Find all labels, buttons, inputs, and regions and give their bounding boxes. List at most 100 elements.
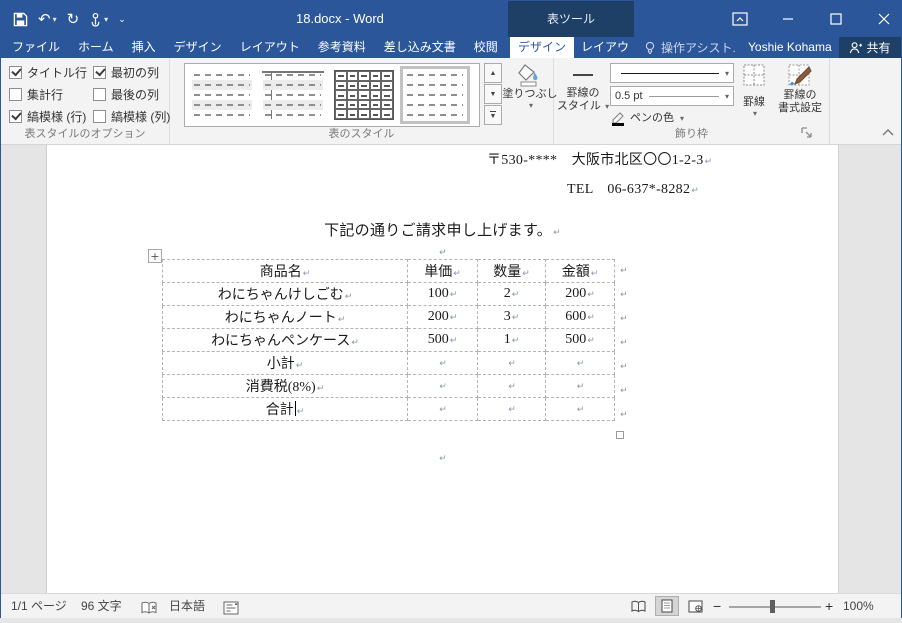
table-cell[interactable]: わにちゃんペンケース↵ xyxy=(162,328,408,352)
read-mode-icon[interactable] xyxy=(627,596,651,616)
empty-paragraph[interactable]: ↵ xyxy=(47,244,838,260)
zoom-level[interactable]: 100% xyxy=(843,594,874,618)
zoom-out-icon[interactable]: − xyxy=(713,594,721,618)
table-cell[interactable]: 消費税(8%)↵ xyxy=(162,374,408,398)
tab-0[interactable]: ファイル xyxy=(3,37,69,58)
tab-1[interactable]: ホーム xyxy=(69,37,123,58)
table-cell[interactable]: わにちゃんノート↵ xyxy=(162,305,408,329)
table-cell[interactable]: ↵ xyxy=(477,374,546,398)
table-cell[interactable]: 数量↵ xyxy=(477,259,546,283)
shading-dropdown-icon[interactable]: ▾ xyxy=(529,101,533,110)
border-styles-dropdown-icon[interactable]: ▾ xyxy=(603,102,609,111)
ime-mode-icon[interactable] xyxy=(223,599,239,623)
undo-button[interactable]: ↶ ▾ xyxy=(38,10,57,28)
checkbox-checked-icon[interactable] xyxy=(9,110,22,123)
table-cell[interactable]: 500↵ xyxy=(407,328,478,352)
table-style-thumbnail-2[interactable] xyxy=(260,68,326,122)
tab-5[interactable]: 参考資料 xyxy=(309,37,375,58)
checkbox-checked-icon[interactable] xyxy=(93,66,106,79)
zoom-in-icon[interactable]: + xyxy=(825,594,833,618)
style-option-checkbox[interactable]: タイトル行 xyxy=(9,65,87,80)
table-style-thumbnail-selected[interactable] xyxy=(400,66,470,124)
table-cell[interactable]: 100↵ xyxy=(407,282,478,306)
tab-table-layout[interactable]: レイアウト xyxy=(576,37,634,75)
style-option-checkbox[interactable]: 集計行 xyxy=(9,87,87,102)
style-option-checkbox[interactable]: 最後の列 xyxy=(93,87,170,102)
checkbox-unchecked-icon[interactable] xyxy=(93,110,106,123)
ribbon-display-options-icon[interactable] xyxy=(729,8,751,30)
borders-button[interactable]: 罫線 ▾ xyxy=(737,63,771,118)
style-option-checkbox[interactable]: 縞模様 (行) xyxy=(9,109,87,124)
style-option-checkbox[interactable]: 縞模様 (列) xyxy=(93,109,170,124)
customize-qat-icon[interactable]: ⌄ xyxy=(118,14,126,25)
gallery-scroll-down-icon[interactable]: ▼ xyxy=(484,84,502,104)
style-option-checkbox[interactable]: 最初の列 xyxy=(93,65,170,80)
table-cell[interactable]: ↵ xyxy=(407,351,478,375)
postal-address-line[interactable]: 〒530-**** 大阪市北区〇〇1-2-3↵ xyxy=(487,149,712,169)
shading-button[interactable]: 塗りつぶし ▾ xyxy=(502,62,558,110)
table-cell[interactable]: 600↵ xyxy=(545,305,615,329)
table-cell[interactable]: ↵ xyxy=(477,397,546,421)
table-cell[interactable]: ↵ xyxy=(407,374,478,398)
word-count[interactable]: 96 文字 xyxy=(81,594,122,618)
table-cell[interactable]: 商品名↵ xyxy=(162,259,408,283)
page-indicator[interactable]: 1/1 ページ xyxy=(11,594,67,618)
line-weight-combo[interactable]: 0.5 pt ▾ xyxy=(610,86,734,106)
border-painter-button[interactable]: 罫線の 書式設定 xyxy=(774,63,826,115)
table-cell[interactable]: 金額↵ xyxy=(545,259,615,283)
save-icon[interactable] xyxy=(13,12,28,27)
zoom-slider-track[interactable] xyxy=(729,606,821,608)
table-cell[interactable]: ↵ xyxy=(477,351,546,375)
table-cell[interactable]: ↵ xyxy=(407,397,478,421)
table-cell[interactable]: 1↵ xyxy=(477,328,546,352)
gallery-more-icon[interactable]: ▼ xyxy=(484,105,502,125)
zoom-slider-thumb[interactable] xyxy=(770,600,775,613)
table-cell[interactable]: ↵ xyxy=(545,397,615,421)
border-styles-button[interactable]: 罫線の スタイル ▾ xyxy=(557,63,609,113)
table-cell[interactable]: わにちゃんけしごむ↵ xyxy=(162,282,408,306)
account-name[interactable]: Yoshie Kohama xyxy=(748,37,832,58)
table-cell[interactable]: 2↵ xyxy=(477,282,546,306)
checkbox-unchecked-icon[interactable] xyxy=(93,88,106,101)
checkbox-unchecked-icon[interactable] xyxy=(9,88,22,101)
language-indicator[interactable]: 日本語 xyxy=(169,594,205,618)
table-resize-handle[interactable] xyxy=(616,431,624,439)
greeting-line[interactable]: 下記の通りご請求申し上げます。↵ xyxy=(47,219,838,240)
table-cell[interactable]: 200↵ xyxy=(407,305,478,329)
table-cell[interactable]: 200↵ xyxy=(545,282,615,306)
line-style-dropdown-icon[interactable]: ▾ xyxy=(725,69,729,78)
tab-4[interactable]: レイアウト xyxy=(231,37,309,58)
table-cell[interactable]: 3↵ xyxy=(477,305,546,329)
tell-me-box[interactable]: 操作アシスト. xyxy=(644,37,736,58)
collapse-ribbon-icon[interactable] xyxy=(881,126,895,138)
table-style-thumbnail-1[interactable] xyxy=(189,68,255,122)
table-cell[interactable]: 小計↵ xyxy=(162,351,408,375)
touch-mode-icon[interactable]: ▾ xyxy=(89,12,108,27)
checkbox-checked-icon[interactable] xyxy=(9,66,22,79)
web-layout-icon[interactable] xyxy=(683,596,707,616)
table-style-thumbnail-3[interactable] xyxy=(331,68,397,122)
tab-2[interactable]: 挿入 xyxy=(123,37,165,58)
print-layout-icon[interactable] xyxy=(655,596,679,616)
pen-color-dropdown-icon[interactable]: ▾ xyxy=(680,114,684,123)
share-button[interactable]: 共有 xyxy=(839,37,901,58)
table-cell[interactable]: ↵ xyxy=(545,351,615,375)
line-weight-dropdown-icon[interactable]: ▾ xyxy=(725,92,729,101)
table-move-handle[interactable]: + xyxy=(148,249,162,263)
tab-3[interactable]: デザイン xyxy=(165,37,231,58)
empty-paragraph-after-table[interactable]: ↵ xyxy=(47,450,838,466)
tab-table-design[interactable]: デザイン xyxy=(510,37,574,58)
invoice-table[interactable]: 商品名↵ 単価↵ 数量↵ 金額↵ わにちゃんけしごむ↵ 100↵ 2↵ 200↵ わにちゃんノー… xyxy=(162,259,615,421)
document-page[interactable]: 〒530-**** 大阪市北区〇〇1-2-3↵ TEL 06-637*-8282… xyxy=(46,145,839,593)
redo-icon[interactable]: ↻ xyxy=(67,10,80,28)
touch-mode-dropdown-icon[interactable]: ▾ xyxy=(104,15,108,24)
borders-dropdown-icon[interactable]: ▾ xyxy=(753,109,757,118)
line-style-combo[interactable]: ▾ xyxy=(610,63,734,83)
proofing-error-icon[interactable] xyxy=(141,599,158,623)
maximize-icon[interactable] xyxy=(825,8,847,30)
close-icon[interactable] xyxy=(873,8,895,30)
gallery-scroll-up-icon[interactable]: ▲ xyxy=(484,63,502,83)
table-cell[interactable]: 合計 ↵ xyxy=(162,397,408,421)
pen-color-button[interactable]: ペンの色 ▾ xyxy=(610,110,700,126)
table-cell[interactable]: 500↵ xyxy=(545,328,615,352)
